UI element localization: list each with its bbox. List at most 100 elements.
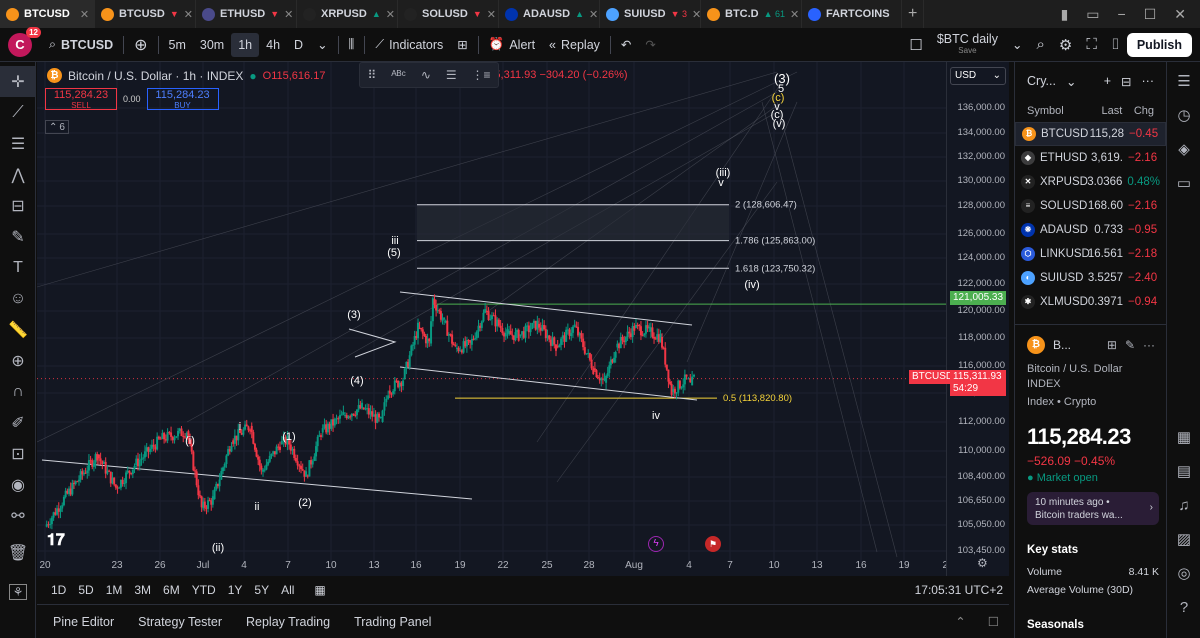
alert-button[interactable]: ⏰ Alert	[482, 28, 542, 62]
price-axis[interactable]: 136,000.00 134,000.00 132,000.00 130,000.00…	[946, 62, 1009, 576]
chart-tab-btc[interactable]: BTCUSD ✕	[0, 0, 95, 28]
chart-canvas[interactable]: 202326Jul4710131619222528Aug471013161922…	[37, 62, 1009, 576]
watchlist-sidebar-button[interactable]: ☰	[1167, 64, 1200, 98]
col-chg[interactable]: Chg	[1122, 105, 1154, 117]
elliott-wave-icon[interactable]: ∿	[421, 68, 431, 82]
clock[interactable]: 17:05:31 UTC+2	[909, 583, 1009, 597]
col-symbol[interactable]: Symbol	[1027, 105, 1083, 117]
close-icon[interactable]: ✕	[790, 8, 799, 21]
ruler-tool[interactable]: 📏	[0, 314, 36, 345]
interval-1h[interactable]: 1h	[231, 32, 260, 57]
bottom-tab-0[interactable]: Pine Editor	[41, 615, 126, 629]
chart-tab-btc[interactable]: BTCUSD ▼ ✕	[95, 0, 196, 28]
trendline-tool[interactable]: ⟋	[0, 97, 36, 128]
text-tool[interactable]: T	[0, 252, 36, 283]
watchlist-title[interactable]: Cry...	[1027, 74, 1056, 88]
chart-tab-sol[interactable]: SOLUSD ▼ ✕	[398, 0, 499, 28]
maximize-icon[interactable]: ☐	[1144, 6, 1157, 23]
watchlist-row[interactable]: ≡ SOLUSD 168.60 −2.16	[1015, 194, 1166, 218]
chart-tab-fart[interactable]: FARTCOINS✕	[802, 0, 902, 28]
monitor-icon[interactable]: ▭	[1086, 6, 1099, 23]
object-tree-button[interactable]: ⚘	[0, 576, 36, 607]
notifications-button[interactable]: ♫	[1167, 488, 1200, 522]
elliott-abc-icon[interactable]: ᴬᴮᶜ	[391, 68, 406, 82]
add-tab-button[interactable]: +	[902, 0, 925, 28]
close-icon[interactable]: ✕	[1174, 6, 1186, 23]
range-All[interactable]: All	[275, 583, 300, 597]
lock-drawing-tool[interactable]: ✐	[0, 407, 36, 438]
chart-tab-ada[interactable]: ADAUSD ▲ ✕	[499, 0, 600, 28]
add-symbol-icon[interactable]: +	[1104, 74, 1111, 88]
edit-icon[interactable]: ✎	[1125, 338, 1135, 352]
close-icon[interactable]: ✕	[284, 8, 293, 21]
close-icon[interactable]: ✕	[589, 8, 598, 21]
pattern-tool[interactable]: ⋀	[0, 159, 36, 190]
crosshair-tool[interactable]: ✛	[0, 66, 36, 97]
zoom-tool[interactable]: ⊕	[0, 345, 36, 376]
calculator-button[interactable]: ▦	[1167, 420, 1200, 454]
interval-D[interactable]: D	[287, 28, 310, 62]
alerts-sidebar-button[interactable]: ◷	[1167, 98, 1200, 132]
lightning-event-icon[interactable]: ϟ	[648, 536, 664, 552]
chart-tab-sui[interactable]: SUIUSD ▼ 3 ✕	[600, 0, 701, 28]
range-5D[interactable]: 5D	[72, 583, 99, 597]
fib-tool[interactable]: ☰	[0, 128, 36, 159]
watchlist-row[interactable]: ✕ XRPUSD 3.0366 0.48%	[1015, 170, 1166, 194]
fib-extension-icon[interactable]: ⋮≡	[472, 68, 491, 82]
range-1D[interactable]: 1D	[45, 583, 72, 597]
avatar[interactable]: C 12	[8, 26, 41, 57]
details-short-name[interactable]: B...	[1053, 338, 1071, 352]
watchlist-row[interactable]: ✱ XLMUSD 0.3971 −0.94	[1015, 290, 1166, 314]
chart-tab-eth[interactable]: ETHUSD ▼ ✕	[196, 0, 297, 28]
interval-5m[interactable]: 5m	[162, 28, 193, 62]
publish-button[interactable]: Publish	[1126, 32, 1192, 57]
chart-tab-xrp[interactable]: XRPUSD ▲ ✕	[297, 0, 398, 28]
currency-select[interactable]: USD ⌄	[950, 67, 1006, 85]
brush-tool[interactable]: ✎	[0, 221, 36, 252]
compare-button[interactable]: ⊕	[127, 28, 154, 62]
collapse-icon[interactable]: ⌃	[943, 614, 977, 629]
bottom-tab-3[interactable]: Trading Panel	[342, 615, 443, 629]
close-icon[interactable]: ✕	[386, 8, 395, 21]
buy-button[interactable]: 115,284.23 BUY	[146, 88, 219, 110]
details-name[interactable]: Bitcoin / U.S. Dollar	[1027, 362, 1122, 377]
layers-sidebar-button[interactable]: ◈	[1167, 132, 1200, 166]
interval-4h[interactable]: 4h	[259, 28, 287, 62]
more-icon[interactable]: ···	[1142, 74, 1155, 88]
templates-button[interactable]: ⊞	[450, 28, 474, 62]
sell-button[interactable]: 115,284.23 SELL	[45, 88, 117, 110]
us-flag-event-icon[interactable]: ⚑	[705, 536, 721, 552]
watchlist-row[interactable]: ❋ ADAUSD 0.733 −0.95	[1015, 218, 1166, 242]
maximize-icon[interactable]: ☐	[978, 614, 1009, 629]
hide-tool[interactable]: ◉	[0, 469, 36, 500]
fib-levels-icon[interactable]: ☰	[446, 68, 457, 82]
range-1M[interactable]: 1M	[100, 583, 129, 597]
layout-icon[interactable]: ⊟	[1121, 74, 1131, 89]
grid-icon[interactable]: ⊞	[1107, 338, 1117, 352]
news-card[interactable]: 10 minutes ago • Bitcoin traders wa... ›	[1027, 492, 1159, 525]
watchlist-row[interactable]: ₿ BTCUSD 115,28 −0.45	[1015, 122, 1166, 146]
close-icon[interactable]: ✕	[487, 8, 496, 21]
chart-bars-icon[interactable]: ▮	[1061, 6, 1069, 23]
range-YTD[interactable]: YTD	[186, 583, 222, 597]
snapshot-button[interactable]: ⌷	[1104, 28, 1127, 62]
close-icon[interactable]: ✕	[184, 8, 193, 21]
watchlist-row[interactable]: ◆ ETHUSD 3,619. −2.16	[1015, 146, 1166, 170]
interval-dropdown[interactable]: ⌄	[310, 28, 334, 62]
range-6M[interactable]: 6M	[157, 583, 186, 597]
bottom-tab-2[interactable]: Replay Trading	[234, 615, 342, 629]
projection-tool[interactable]: ⊟	[0, 190, 36, 221]
watchlist-row[interactable]: ◐ SUIUSD 3.5257 −2.40	[1015, 266, 1166, 290]
chevron-down-icon[interactable]: ⌄	[1066, 74, 1076, 89]
undo-button[interactable]: ↶	[614, 28, 638, 62]
chart-type-button[interactable]: ⫼	[342, 28, 362, 62]
date-range-icon[interactable]: ▦	[308, 583, 331, 597]
more-icon[interactable]: ···	[1143, 338, 1155, 352]
layout-name-button[interactable]: $BTC daily Save	[930, 28, 1005, 62]
watchlist-row[interactable]: ⬡ LINKUSD 16.561 −2.18	[1015, 242, 1166, 266]
bottom-tab-1[interactable]: Strategy Tester	[126, 615, 234, 629]
settings-button[interactable]: ⚙	[1052, 28, 1079, 62]
calendar-button[interactable]: ▤	[1167, 454, 1200, 488]
chart-tab-btcd[interactable]: BTC.D ▲ 61 ✕	[701, 0, 802, 28]
replay-button[interactable]: « Replay	[542, 28, 607, 62]
